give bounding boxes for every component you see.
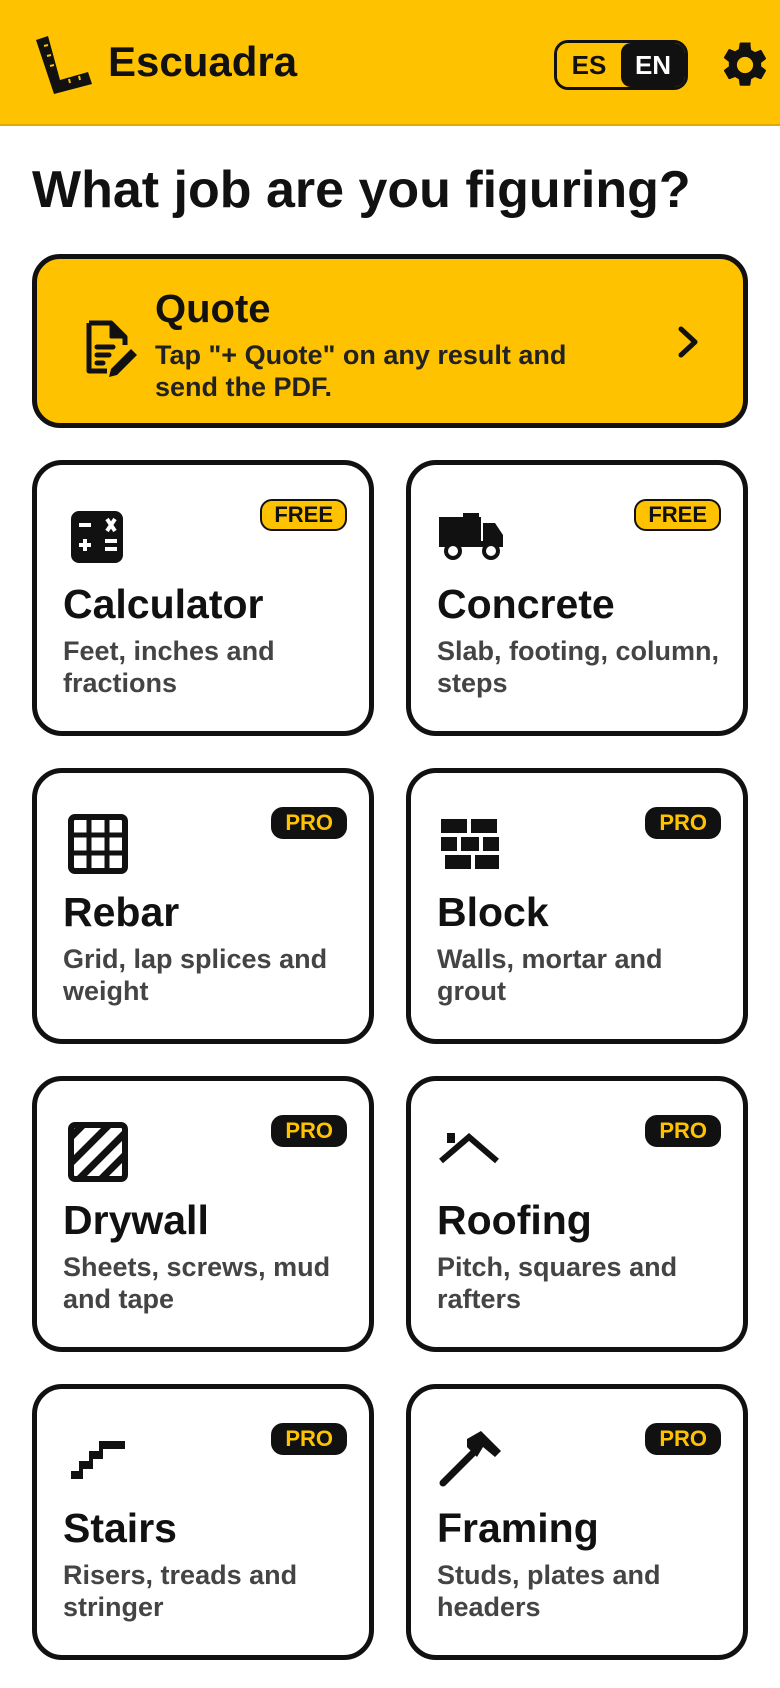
card-title: Calculator: [63, 581, 264, 627]
card-title: Drywall: [63, 1197, 209, 1243]
page-title: What job are you figuring?: [32, 161, 691, 219]
badge-free: FREE: [634, 499, 721, 531]
card-rebar[interactable]: PRO Rebar Grid, lap splices and weight: [32, 768, 374, 1044]
app-title: Escuadra: [108, 38, 298, 85]
lang-es-option[interactable]: ES: [557, 43, 621, 87]
card-description: Risers, treads and stringer: [63, 1560, 298, 1622]
app-header: Escuadra ES EN: [0, 0, 780, 126]
badge-pro: PRO: [645, 1423, 721, 1455]
card-title: Framing: [437, 1505, 599, 1551]
card-calculator[interactable]: FREE Calculator Feet, inches and fractio…: [32, 460, 374, 736]
badge-pro: PRO: [271, 1115, 347, 1147]
concrete-truck-icon: [439, 513, 503, 560]
gear-icon[interactable]: [718, 38, 772, 92]
badge-free: FREE: [260, 499, 347, 531]
calculator-icon: [71, 511, 123, 563]
card-description: Feet, inches and fractions: [63, 636, 275, 698]
badge-pro: PRO: [271, 807, 347, 839]
card-title: Rebar: [63, 889, 180, 935]
card-description: Walls, mortar and grout: [437, 944, 663, 1006]
card-stairs[interactable]: PRO Stairs Risers, treads and stringer: [32, 1384, 374, 1660]
card-drywall[interactable]: PRO Drywall Sheets, screws, mud and tape: [32, 1076, 374, 1352]
badge-pro: PRO: [645, 1115, 721, 1147]
bricks-icon: [441, 819, 499, 869]
carpenter-square-icon: [36, 36, 92, 94]
badge-pro: PRO: [645, 807, 721, 839]
lang-en-option[interactable]: EN: [621, 43, 685, 87]
hammer-icon: [439, 1431, 501, 1487]
language-toggle[interactable]: ES EN: [554, 40, 688, 90]
card-description: Grid, lap splices and weight: [63, 944, 328, 1006]
document-edit-icon: [86, 320, 137, 377]
stairs-icon: [71, 1441, 125, 1479]
card-roofing[interactable]: PRO Roofing Pitch, squares and rafters: [406, 1076, 748, 1352]
card-title: Roofing: [437, 1197, 592, 1243]
card-title: Block: [437, 889, 549, 935]
hatched-panel-icon: [68, 1122, 128, 1182]
badge-pro: PRO: [271, 1423, 347, 1455]
card-description: Slab, footing, column, steps: [437, 636, 719, 698]
roof-icon: [439, 1133, 499, 1164]
card-description: Pitch, squares and rafters: [437, 1252, 678, 1314]
card-block[interactable]: PRO Block Walls, mortar and grout: [406, 768, 748, 1044]
quote-description: Tap "+ Quote" on any result and send the…: [155, 340, 567, 402]
card-description: Sheets, screws, mud and tape: [63, 1252, 331, 1314]
card-concrete[interactable]: FREE Concrete Slab, footing, column, ste…: [406, 460, 748, 736]
grid-icon: [68, 814, 128, 874]
card-description: Studs, plates and headers: [437, 1560, 661, 1622]
card-title: Stairs: [63, 1505, 177, 1551]
quote-title: Quote: [155, 287, 271, 331]
quote-card[interactable]: Quote Tap "+ Quote" on any result and se…: [32, 254, 748, 428]
card-framing[interactable]: PRO Framing Studs, plates and headers: [406, 1384, 748, 1660]
card-title: Concrete: [437, 581, 615, 627]
chevron-right-icon: [678, 326, 698, 358]
